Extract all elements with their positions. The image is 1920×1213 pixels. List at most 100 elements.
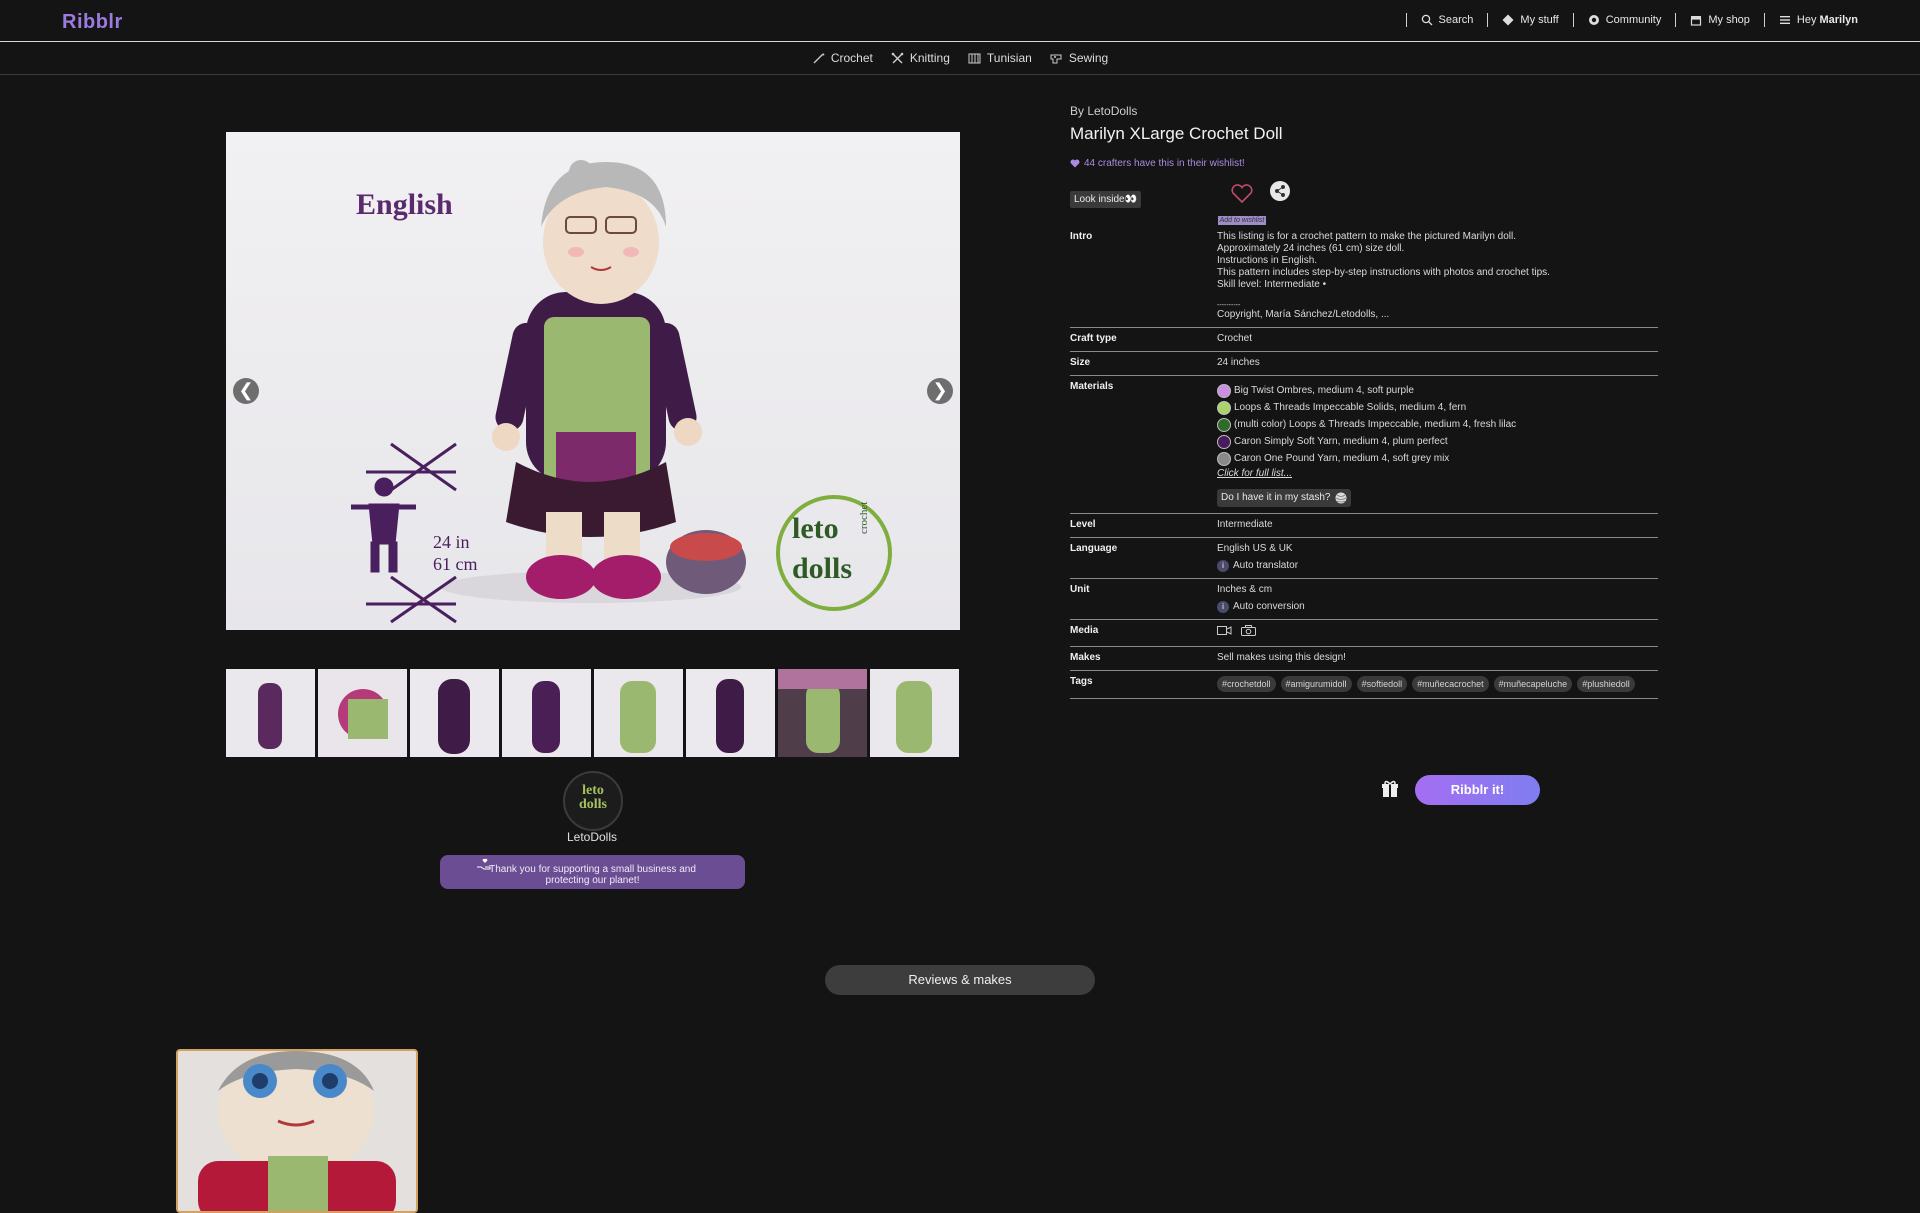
craft-knitting-label: Knitting (909, 51, 950, 65)
user-name: Marilyn (1819, 14, 1858, 26)
craft-crochet[interactable]: Crochet (812, 51, 873, 65)
next-image-button[interactable]: ❯ (927, 378, 953, 404)
image-logo-bottom: dolls (792, 552, 853, 585)
share-button[interactable] (1270, 181, 1290, 201)
craft-sewing[interactable]: Sewing (1050, 51, 1108, 65)
auto-translator[interactable]: i Auto translator (1217, 560, 1658, 572)
wishlist-count-text: 44 crafters have this in their wishlist! (1084, 158, 1245, 169)
material-item[interactable]: Caron Simply Soft Yarn, medium 4, plum p… (1217, 435, 1658, 449)
material-item[interactable]: Loops & Threads Impeccable Solids, mediu… (1217, 401, 1658, 415)
nav-my-shop[interactable]: My shop (1690, 14, 1750, 26)
materials-label: Materials (1070, 381, 1114, 392)
makes-label: Makes (1070, 652, 1101, 663)
tag-chip[interactable]: #muñecapeluche (1493, 676, 1573, 692)
language-text: English US & UK (1217, 543, 1293, 554)
auto-translator-label: Auto translator (1233, 560, 1299, 571)
look-inside-button[interactable]: Look inside👀 (1070, 191, 1142, 208)
tags-label: Tags (1070, 676, 1093, 687)
material-item[interactable]: Caron One Pound Yarn, medium 4, soft gre… (1217, 452, 1658, 466)
nav-community[interactable]: Community (1588, 14, 1662, 26)
intro-line: Skill level: Intermediate • (1217, 279, 1327, 290)
video-icon[interactable] (1217, 625, 1232, 636)
make-photo (178, 1051, 416, 1211)
main-nav: Search My stuff Community My shop Hey Ma… (1392, 13, 1858, 27)
product-title: Marilyn XLarge Crochet Doll (1070, 124, 1283, 143)
measure-cm: 61 cm (433, 554, 478, 574)
nav-my-stuff[interactable]: My stuff (1502, 14, 1559, 26)
auto-conversion[interactable]: i Auto conversion (1217, 601, 1658, 613)
reviews-and-makes-button[interactable]: Reviews & makes (825, 965, 1095, 995)
media-row: Media (1070, 620, 1658, 647)
full-materials-link[interactable]: Click for full list... (1217, 468, 1658, 480)
camera-icon[interactable] (1240, 625, 1256, 636)
small-business-text: Thank you for supporting a small busines… (489, 864, 696, 886)
thumbnail[interactable] (410, 669, 499, 757)
heart-icon (1070, 159, 1080, 168)
language-value: English US & UK i Auto translator (1217, 543, 1658, 572)
craft-category-bar: Crochet Knitting Tunisian Sewing (0, 42, 1920, 75)
crochet-hook-icon (813, 53, 825, 63)
nav-search[interactable]: Search (1421, 14, 1473, 26)
makes-value[interactable]: Sell makes using this design! (1217, 652, 1658, 664)
tags-row: Tags #crochetdoll #amigurumidoll #softie… (1070, 671, 1658, 699)
material-item[interactable]: Big Twist Ombres, medium 4, soft purple (1217, 384, 1658, 398)
intro-label: Intro (1070, 231, 1093, 242)
chat-icon (1588, 15, 1599, 25)
yarn-color-swatch (1217, 418, 1231, 432)
add-to-wishlist-button[interactable]: Add to wishlist (1213, 184, 1271, 227)
shop-avatar[interactable]: leto dolls (563, 771, 623, 831)
nav-divider (1675, 13, 1677, 27)
wishlist-count: 44 crafters have this in their wishlist! (1070, 158, 1658, 169)
tag-chip[interactable]: #muñecacrochet (1412, 676, 1489, 692)
nav-my-stuff-label: My stuff (1520, 14, 1559, 26)
small-business-banner: Thank you for supporting a small busines… (440, 855, 745, 889)
shop-name[interactable]: LetoDolls (520, 830, 664, 844)
tag-chip[interactable]: #amigurumidoll (1280, 676, 1352, 692)
makes-row: Makes Sell makes using this design! (1070, 647, 1658, 671)
make-card[interactable] (176, 1049, 418, 1213)
unit-value: Inches & cm i Auto conversion (1217, 584, 1658, 613)
craft-type-value: Crochet (1217, 333, 1253, 344)
craft-tunisian[interactable]: Tunisian (968, 51, 1032, 65)
language-row: Language English US & UK i Auto translato… (1070, 538, 1658, 579)
ribblr-logo[interactable]: Ribblr (62, 11, 123, 34)
unit-label: Unit (1070, 584, 1090, 595)
nav-community-label: Community (1605, 14, 1662, 26)
materials-row: Materials Big Twist Ombres, medium 4, so… (1070, 376, 1658, 514)
intro-line: Instructions in English. (1217, 255, 1318, 266)
thumbnail[interactable] (686, 669, 775, 757)
thumbnail[interactable] (870, 669, 959, 757)
yarn-color-swatch (1217, 435, 1231, 449)
unit-text: Inches & cm (1217, 584, 1273, 595)
designer-byline[interactable]: By LetoDolls (1070, 104, 1658, 118)
user-menu[interactable]: Hey Marilyn (1779, 14, 1858, 26)
stash-check-button[interactable]: Do I have it in my stash? (1217, 489, 1351, 507)
tag-chip[interactable]: #softiedoll (1356, 676, 1408, 692)
info-icon: i (1217, 560, 1229, 572)
gift-icon[interactable] (1380, 779, 1400, 799)
tag-chip[interactable]: #plushiedoll (1577, 676, 1635, 692)
material-item[interactable]: (multi color) Loops & Threads Impeccable… (1217, 418, 1658, 432)
intro-line: Approximately 24 inches (61 cm) size dol… (1217, 243, 1405, 254)
craft-knitting[interactable]: Knitting (891, 51, 950, 65)
thumbnail[interactable] (502, 669, 591, 757)
previous-image-button[interactable]: ❮ (233, 378, 259, 404)
thumbnail[interactable] (318, 669, 407, 757)
material-name: Big Twist Ombres, medium 4, soft purple (1234, 385, 1414, 396)
shop-avatar-logo: leto dolls (578, 783, 607, 812)
ribblr-it-button[interactable]: Ribblr it! (1415, 775, 1540, 805)
thumbnail-strip (226, 669, 959, 757)
thumbnail[interactable] (594, 669, 683, 757)
image-logo-side: crochet (858, 501, 870, 534)
tag-chip[interactable]: #crochetdoll (1217, 676, 1276, 692)
main-product-image[interactable]: English 24 in 61 cm leto dolls crochet ❮… (226, 132, 960, 630)
language-label: Language (1070, 543, 1118, 554)
tags-list: #crochetdoll #amigurumidoll #softiedoll … (1217, 676, 1658, 692)
thumbnail[interactable] (778, 669, 867, 757)
sewing-machine-icon (1050, 54, 1062, 63)
yarn-color-swatch (1217, 384, 1231, 398)
unit-row: Unit Inches & cm i Auto conversion (1070, 579, 1658, 620)
thumbnail[interactable] (226, 669, 315, 757)
yarn-ball-icon (1335, 492, 1346, 504)
heart-outline-icon (1231, 184, 1253, 204)
